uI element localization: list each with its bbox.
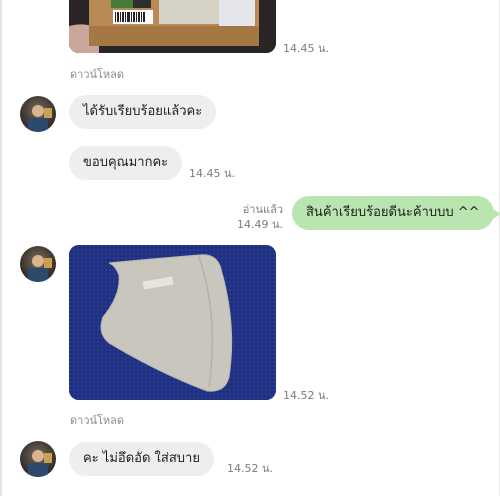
package-photo[interactable] [69, 0, 276, 53]
avatar[interactable] [20, 246, 56, 282]
mask-photo[interactable] [69, 245, 276, 400]
left-border [0, 0, 2, 496]
package-photo-download-link[interactable]: ดาวน์โหลด [70, 65, 124, 83]
mask-photo-time: 14.52 น. [283, 389, 330, 402]
read-status: อ่านแล้ว [242, 203, 283, 216]
mask-photo-download-link[interactable]: ดาวน์โหลด [70, 411, 124, 429]
package-photo-image [69, 0, 276, 53]
avatar-image [28, 255, 52, 282]
mask-photo-image [69, 245, 276, 400]
avatar[interactable] [20, 441, 56, 477]
message-bubble-received-1[interactable]: ได้รับเรียบร้อยแล้วคะ [69, 95, 217, 129]
message-bubble-received-2[interactable]: ขอบคุณมากคะ [69, 146, 183, 180]
message-bubble-sent-1[interactable]: สินค้าเรียบร้อยดีนะค้าบบบ ^^ [292, 196, 500, 230]
message-sent-1-time: 14.49 น. [236, 218, 283, 231]
package-photo-time: 14.45 น. [283, 42, 330, 55]
avatar[interactable] [20, 96, 56, 132]
message-received-3-time: 14.52 น. [227, 462, 274, 475]
avatar-image [28, 450, 52, 477]
message-received-2-time: 14.45 น. [189, 167, 236, 180]
message-bubble-received-3[interactable]: คะ ไม่อึดอัด ใส่สบาย [69, 442, 214, 476]
avatar-image [28, 105, 52, 132]
